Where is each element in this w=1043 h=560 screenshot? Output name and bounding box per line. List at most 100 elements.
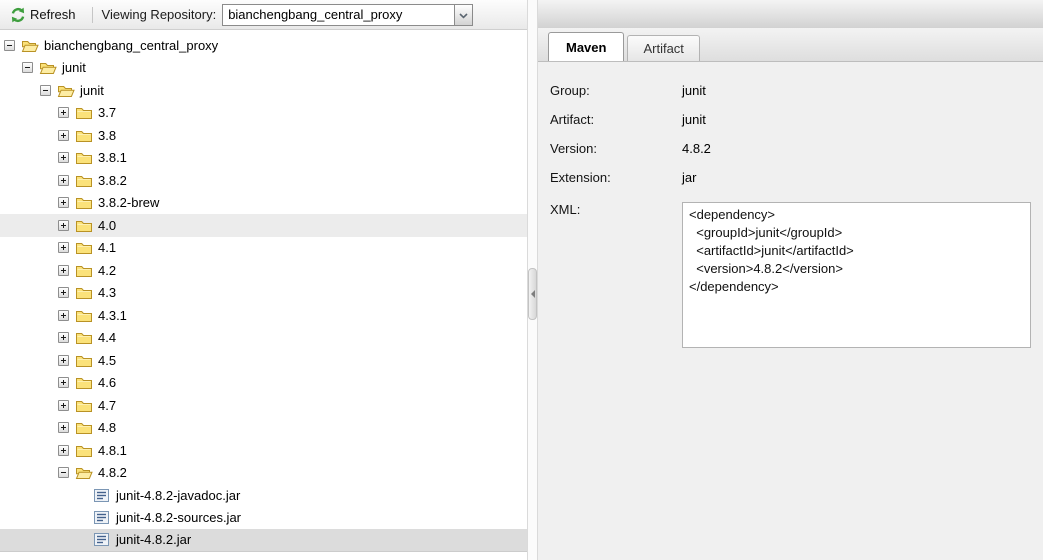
expand-plus-icon[interactable]	[58, 107, 75, 118]
folder-closed-icon	[75, 285, 96, 300]
tree-node[interactable]: 3.8.1	[0, 147, 527, 170]
expand-plus-icon[interactable]	[58, 175, 75, 186]
folder-closed-icon	[75, 398, 96, 413]
tree-node[interactable]: junit	[0, 79, 527, 102]
tree-toolbar: Refresh Viewing Repository:	[0, 0, 527, 30]
tree-node-label: 4.3.1	[96, 308, 129, 323]
tree-node-label: 4.2	[96, 263, 118, 278]
folder-closed-icon	[75, 353, 96, 368]
collapse-minus-icon[interactable]	[58, 467, 75, 478]
tree-node[interactable]: bianchengbang_central_proxy	[0, 34, 527, 57]
expand-plus-icon[interactable]	[58, 220, 75, 231]
tree-node-label: junit	[60, 60, 88, 75]
detail-panel-header	[538, 0, 1043, 28]
expand-plus-icon[interactable]	[58, 287, 75, 298]
tree-node[interactable]: 4.2	[0, 259, 527, 282]
folder-closed-icon	[75, 420, 96, 435]
folder-closed-icon	[75, 443, 96, 458]
tree-node[interactable]: 4.0	[0, 214, 527, 237]
tree-node[interactable]: 4.3	[0, 282, 527, 305]
artifact-detail-panel: MavenArtifact Group:junitArtifact:junitV…	[537, 0, 1043, 560]
field-label: Artifact:	[550, 112, 682, 127]
maven-tab-content: Group:junitArtifact:junitVersion:4.8.2Ex…	[538, 62, 1043, 560]
folder-closed-icon	[75, 195, 96, 210]
expand-plus-icon[interactable]	[58, 265, 75, 276]
tree-node-label: bianchengbang_central_proxy	[42, 38, 220, 53]
folder-closed-icon	[75, 240, 96, 255]
folder-closed-icon	[75, 173, 96, 188]
expand-plus-icon[interactable]	[58, 310, 75, 321]
expand-plus-icon[interactable]	[58, 242, 75, 253]
collapse-minus-icon[interactable]	[4, 40, 21, 51]
tree-node[interactable]: 4.6	[0, 372, 527, 395]
repository-combobox-input[interactable]	[222, 4, 454, 26]
xml-dependency-textarea[interactable]: <dependency> <groupId>junit</groupId> <a…	[682, 202, 1031, 348]
jar-file-icon	[93, 488, 114, 503]
tree-node[interactable]: junit-4.8.2-javadoc.jar	[0, 484, 527, 507]
repository-tree: bianchengbang_central_proxyjunitjunit3.7…	[0, 30, 527, 560]
expand-plus-icon[interactable]	[58, 152, 75, 163]
tab-maven[interactable]: Maven	[548, 32, 624, 61]
tree-node[interactable]: 4.1	[0, 237, 527, 260]
repository-combobox-trigger[interactable]	[454, 4, 473, 26]
tree-node[interactable]: 4.7	[0, 394, 527, 417]
folder-open-icon	[57, 83, 78, 98]
tree-node[interactable]: junit-4.8.2.jar	[0, 529, 527, 552]
tree-node[interactable]: 3.7	[0, 102, 527, 125]
refresh-button-label: Refresh	[30, 7, 76, 22]
folder-open-icon	[75, 465, 96, 480]
tree-node[interactable]: junit	[0, 57, 527, 80]
collapse-minus-icon[interactable]	[40, 85, 57, 96]
splitter-collapse-handle[interactable]	[528, 268, 537, 320]
repository-tree-panel: Refresh Viewing Repository: bianchengban…	[0, 0, 528, 560]
tree-node[interactable]: 4.3.1	[0, 304, 527, 327]
field-label: Group:	[550, 83, 682, 98]
field-value: junit	[682, 112, 706, 127]
tree-node[interactable]: 4.8	[0, 417, 527, 440]
folder-open-icon	[39, 60, 60, 75]
field-label: Version:	[550, 141, 682, 156]
expand-plus-icon[interactable]	[58, 332, 75, 343]
tree-node-label: 4.0	[96, 218, 118, 233]
field-label: Extension:	[550, 170, 682, 185]
tree-node[interactable]: 4.8.1	[0, 439, 527, 462]
expand-plus-icon[interactable]	[58, 355, 75, 366]
tree-node[interactable]: 3.8	[0, 124, 527, 147]
jar-file-icon	[93, 532, 114, 547]
tree-node-label: 3.8.2	[96, 173, 129, 188]
tree-node-label: 4.4	[96, 330, 118, 345]
jar-file-icon	[93, 510, 114, 525]
expand-plus-icon[interactable]	[58, 422, 75, 433]
expand-plus-icon[interactable]	[58, 377, 75, 388]
panel-splitter[interactable]	[528, 0, 537, 560]
tab-artifact[interactable]: Artifact	[627, 35, 699, 61]
refresh-icon	[10, 7, 26, 23]
tree-node[interactable]: 4.8.2	[0, 462, 527, 485]
folder-closed-icon	[75, 375, 96, 390]
collapse-minus-icon[interactable]	[22, 62, 39, 73]
expand-plus-icon[interactable]	[58, 130, 75, 141]
field-value: jar	[682, 170, 696, 185]
tree-node[interactable]: 4.5	[0, 349, 527, 372]
expand-plus-icon[interactable]	[58, 197, 75, 208]
tree-node-label: 4.5	[96, 353, 118, 368]
tree-node[interactable]: 3.8.2-brew	[0, 192, 527, 215]
folder-closed-icon	[75, 150, 96, 165]
refresh-button[interactable]: Refresh	[6, 5, 80, 25]
expand-plus-icon[interactable]	[58, 445, 75, 456]
tree-node[interactable]: 4.4	[0, 327, 527, 350]
chevron-down-icon	[459, 7, 468, 22]
tree-node-label: 4.3	[96, 285, 118, 300]
tree-node[interactable]: junit-4.8.2-sources.jar	[0, 507, 527, 530]
folder-closed-icon	[75, 105, 96, 120]
field-row: Extension:jar	[550, 170, 1043, 185]
tree-node[interactable]: 3.8.2	[0, 169, 527, 192]
folder-closed-icon	[75, 263, 96, 278]
expand-plus-icon[interactable]	[58, 400, 75, 411]
tree-node-label: junit-4.8.2-javadoc.jar	[114, 488, 242, 503]
tree-node-label: 3.8	[96, 128, 118, 143]
folder-open-icon	[21, 38, 42, 53]
folder-closed-icon	[75, 330, 96, 345]
tree-node-label: junit-4.8.2-sources.jar	[114, 510, 243, 525]
repository-combobox	[222, 4, 473, 26]
